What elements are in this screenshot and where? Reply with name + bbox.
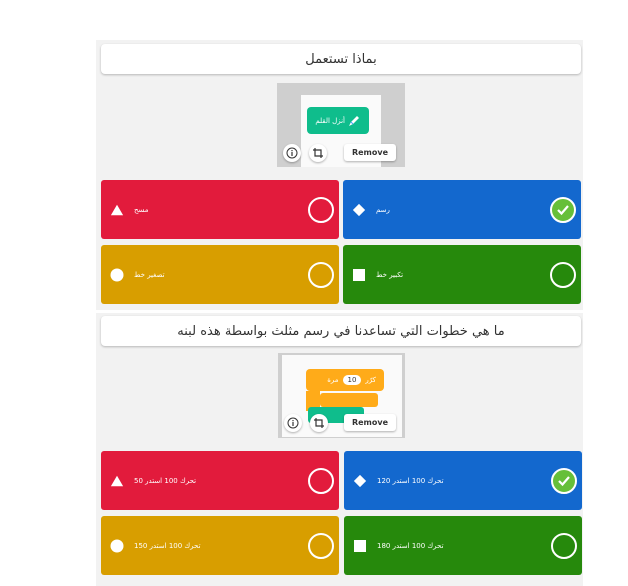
question-image-1: أنزل القلم Remove — [277, 83, 405, 167]
square-icon — [352, 268, 366, 282]
answer-label: تحرك 100 استدر 50 — [134, 476, 197, 485]
answer-label: تصغير خط — [134, 270, 165, 279]
answer-label: رسم — [376, 205, 390, 214]
crop-icon[interactable] — [309, 144, 327, 162]
answer-1-3[interactable]: تصغير خط — [101, 245, 339, 304]
question-image-2: كرّر 10 مرة Remove — [278, 353, 405, 438]
answer-radio[interactable] — [308, 467, 334, 494]
answer-1-2[interactable]: رسم — [343, 180, 581, 239]
answer-radio[interactable] — [308, 532, 334, 559]
triangle-icon — [110, 203, 124, 217]
answer-label: تحرك 100 استدر 180 — [377, 541, 444, 550]
correct-check-icon[interactable] — [551, 467, 577, 494]
correct-check-icon[interactable] — [550, 196, 576, 223]
answer-1-1[interactable]: مسح — [101, 180, 339, 239]
answer-1-4[interactable]: تكبير خط — [343, 245, 581, 304]
crop-icon[interactable] — [310, 414, 328, 432]
repeat-count: 10 — [342, 375, 362, 385]
answer-radio[interactable] — [551, 532, 577, 559]
repeat-block-inner — [320, 393, 378, 407]
answer-2-4[interactable]: تحرك 100 استدر 180 — [344, 516, 582, 575]
remove-image-button[interactable]: Remove — [344, 414, 396, 431]
answer-label: تكبير خط — [376, 270, 404, 279]
repeat-prefix: كرّر — [365, 376, 376, 384]
answer-2-1[interactable]: تحرك 100 استدر 50 — [101, 451, 339, 510]
answer-2-3[interactable]: تحرك 100 استدر 150 — [101, 516, 339, 575]
repeat-block: كرّر 10 مرة — [306, 369, 384, 391]
answer-label: تحرك 100 استدر 150 — [134, 541, 201, 550]
remove-image-button[interactable]: Remove — [344, 144, 396, 161]
pen-down-label: أنزل القلم — [315, 116, 345, 125]
circle-icon — [110, 539, 124, 553]
answer-label: مسح — [134, 205, 149, 214]
square-icon — [353, 539, 367, 553]
triangle-icon — [110, 474, 124, 488]
answer-radio[interactable] — [308, 196, 334, 223]
info-icon[interactable] — [284, 414, 302, 432]
answer-radio[interactable] — [550, 261, 576, 288]
question-title-1[interactable]: بماذا تستعمل — [101, 44, 581, 74]
question-title-2[interactable]: ما هي خطوات التي تساعدنا في رسم مثلث بوا… — [101, 316, 581, 346]
circle-icon — [110, 268, 124, 282]
answer-label: تحرك 100 استدر 120 — [377, 476, 444, 485]
repeat-suffix: مرة — [327, 376, 339, 384]
diamond-icon — [352, 203, 366, 217]
info-icon[interactable] — [283, 144, 301, 162]
answer-radio[interactable] — [308, 261, 334, 288]
answer-2-2[interactable]: تحرك 100 استدر 120 — [344, 451, 582, 510]
diamond-icon — [353, 474, 367, 488]
pen-icon — [347, 113, 361, 127]
